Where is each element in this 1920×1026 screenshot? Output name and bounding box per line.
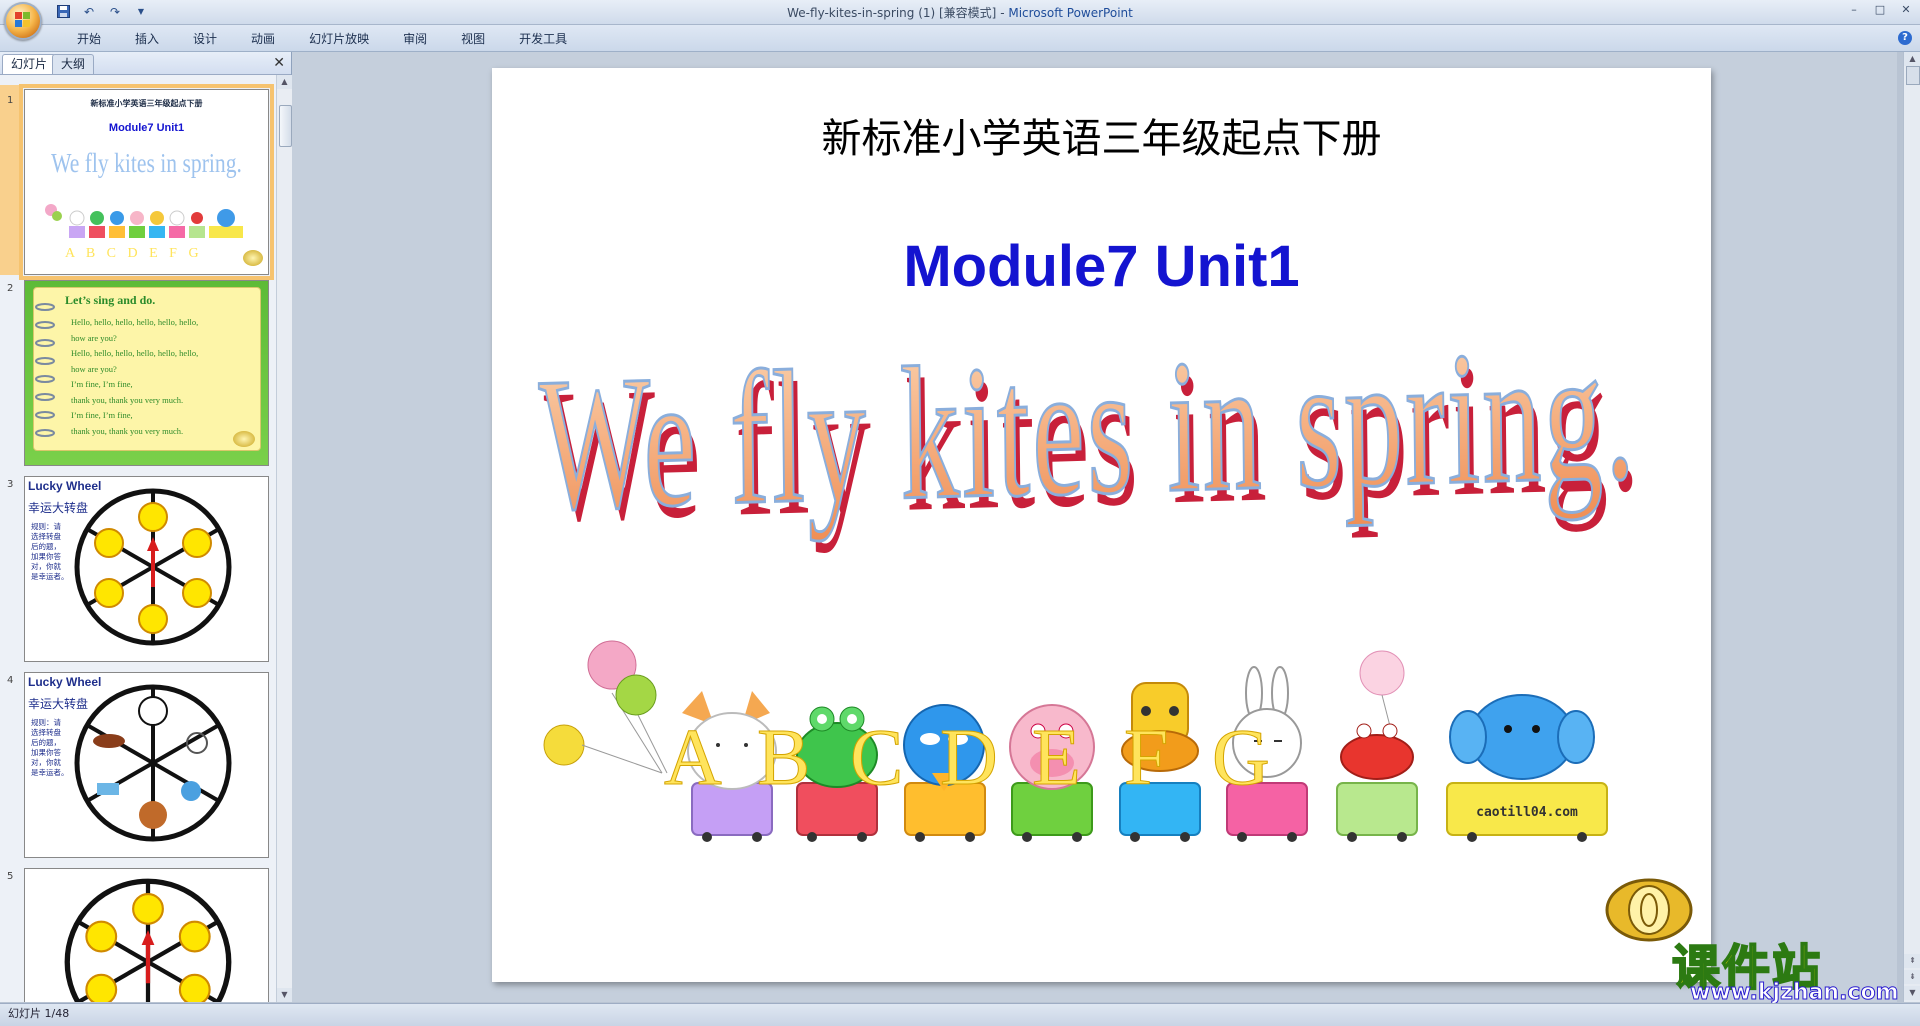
slide-thumbnail-3[interactable]: Lucky Wheel 幸运大转盘 规则：请 选择转盘 后的题， 加果你答 对，… — [24, 476, 269, 662]
thumb-spiral-icon — [33, 299, 55, 439]
lucky-wheel-icon — [73, 683, 233, 846]
tab-design[interactable]: 设计 — [176, 30, 234, 48]
thumb-subtitle: 新标准小学英语三年级起点下册 — [90, 99, 203, 108]
minimize-button[interactable]: – — [1846, 2, 1862, 18]
thumb-module: Module7 Unit1 — [108, 122, 185, 134]
lyric-line: how are you? — [71, 363, 117, 374]
thumb-logo-icon — [243, 250, 263, 266]
train-brand-label: caotill04.com — [1476, 805, 1578, 820]
headline-text: We fly kites in spring. — [538, 309, 1638, 550]
watermark: 课件站 www.kjzhan.com — [1671, 928, 1902, 1006]
lyric-line: Hello, hello, hello, hello, hello, hello… — [71, 317, 199, 327]
letter-e: E — [1032, 714, 1082, 803]
maximize-button[interactable]: □ — [1872, 2, 1888, 18]
office-button[interactable] — [4, 2, 42, 40]
thumb-rules: 规则：请 选择转盘 后的题， 加果你答 对，你就 是幸运者。 — [31, 718, 69, 777]
alphabet-letters: A B C D E F G — [652, 713, 1652, 803]
document-title: We-fly-kites-in-spring (1) [兼容模式] — [787, 6, 997, 20]
thumb-headline: We fly kites in spring. — [51, 148, 242, 178]
help-icon[interactable]: ? — [1898, 31, 1912, 45]
slides-pane: 幻灯片 大纲 ✕ 1 新标准小学英语三年级起点下册 Module7 Unit1 … — [0, 52, 292, 1002]
scroll-up-icon[interactable]: ▲ — [1904, 52, 1920, 66]
letter-b: B — [756, 714, 811, 803]
scroll-down-icon[interactable]: ▼ — [1904, 986, 1920, 1000]
lyric-line: I’m fine, I’m fine, — [71, 410, 133, 420]
lyric-line: Hello, hello, hello, hello, hello, hello… — [71, 348, 199, 358]
ribbon-tab-bar: 开始 插入 设计 动画 幻灯片放映 审阅 视图 开发工具 ? — [0, 25, 1920, 52]
slide-number: 1 — [7, 95, 14, 106]
thumb-letters: A B C D E F G — [65, 246, 203, 261]
title-bar: ↶ ↷ ▼ We-fly-kites-in-spring (1) [兼容模式] … — [0, 0, 1920, 25]
thumb-logo-icon — [233, 431, 255, 447]
slide-thumbnail-4[interactable]: Lucky Wheel 幸运大转盘 规则：请 选择转盘 后的题， 加果你答 对，… — [24, 672, 269, 858]
letter-g: G — [1212, 714, 1271, 803]
letter-f: F — [1124, 714, 1169, 803]
tab-home[interactable]: 开始 — [60, 30, 118, 48]
letter-c: C — [849, 714, 904, 803]
tab-slides[interactable]: 幻灯片 — [2, 54, 57, 74]
thumbnail-list: 1 新标准小学英语三年级起点下册 Module7 Unit1 We fly ki… — [0, 75, 276, 1002]
slide-thumbnail-5[interactable] — [24, 868, 269, 1002]
thumb-song-lyrics: Hello, hello, hello, hello, hello, hello… — [71, 315, 261, 439]
letter-a: A — [664, 714, 723, 803]
slide-indicator: 幻灯片 1/48 — [8, 1007, 70, 1020]
lyric-line: thank you, thank you very much. — [71, 394, 184, 405]
letter-d: D — [940, 714, 999, 803]
title-separator: - — [996, 6, 1009, 20]
slide-number: 2 — [7, 283, 14, 294]
scroll-thumb[interactable] — [1906, 66, 1920, 85]
scroll-down-icon[interactable]: ▼ — [277, 988, 292, 1002]
slide-module-title[interactable]: Module7 Unit1 — [492, 233, 1711, 300]
watermark-url: www.kjzhan.com — [1690, 980, 1900, 1006]
slide-subtitle[interactable]: 新标准小学英语三年级起点下册 — [492, 106, 1711, 164]
window-title: We-fly-kites-in-spring (1) [兼容模式] - Micr… — [0, 4, 1920, 21]
slide-number: 4 — [7, 675, 14, 686]
slide-thumbnail-2[interactable]: Let’s sing and do. Hello, hello, hello, … — [24, 280, 269, 466]
previous-slide-icon[interactable]: ⇞ — [1904, 954, 1920, 968]
lucky-wheel-icon — [63, 877, 233, 1002]
tab-slideshow[interactable]: 幻灯片放映 — [292, 30, 386, 48]
slide-number: 5 — [7, 871, 14, 882]
close-window-button[interactable]: ✕ — [1898, 2, 1914, 18]
ribbon-tabs: 开始 插入 设计 动画 幻灯片放映 审阅 视图 开发工具 — [60, 30, 584, 48]
status-bar: 幻灯片 1/48 — [0, 1003, 1920, 1026]
thumb-animal-train — [41, 202, 251, 244]
scroll-up-icon[interactable]: ▲ — [277, 75, 292, 89]
pane-tab-bar: 幻灯片 大纲 ✕ — [0, 52, 291, 75]
tab-view[interactable]: 视图 — [444, 30, 502, 48]
office-logo-icon — [15, 12, 31, 28]
lucky-wheel-icon — [73, 487, 233, 650]
thumb-heading: Let’s sing and do. — [65, 293, 156, 307]
slide-thumbnail-1[interactable]: 新标准小学英语三年级起点下册 Module7 Unit1 We fly kite… — [19, 84, 274, 280]
tab-review[interactable]: 审阅 — [386, 30, 444, 48]
lyric-line: I’m fine, I’m fine, — [71, 379, 133, 389]
next-slide-icon[interactable]: ⇟ — [1904, 970, 1920, 984]
close-pane-icon[interactable]: ✕ — [273, 55, 285, 71]
editor-scrollbar[interactable]: ▲ ⇞ ⇟ ▼ — [1903, 52, 1920, 1002]
scroll-thumb[interactable] — [279, 105, 292, 147]
lyric-line: how are you? — [71, 332, 117, 343]
tab-animations[interactable]: 动画 — [234, 30, 292, 48]
tab-insert[interactable]: 插入 — [118, 30, 176, 48]
tab-developer[interactable]: 开发工具 — [502, 30, 584, 48]
slide-canvas[interactable]: 新标准小学英语三年级起点下册 Module7 Unit1 We fly kite… — [492, 68, 1711, 982]
thumb-rules: 规则：请 选择转盘 后的题， 加果你答 对，你就 是幸运者。 — [31, 522, 69, 581]
window-controls: – □ ✕ — [1846, 2, 1914, 18]
tab-outline[interactable]: 大纲 — [52, 54, 95, 74]
thumbnail-scrollbar[interactable]: ▲ ▼ — [276, 75, 292, 1002]
app-name: Microsoft PowerPoint — [1008, 6, 1133, 20]
slide-headline-wordart[interactable]: We fly kites in spring. We fly kites in … — [492, 298, 1711, 578]
slide-number: 3 — [7, 479, 14, 490]
selected-slide-highlight — [0, 85, 22, 275]
